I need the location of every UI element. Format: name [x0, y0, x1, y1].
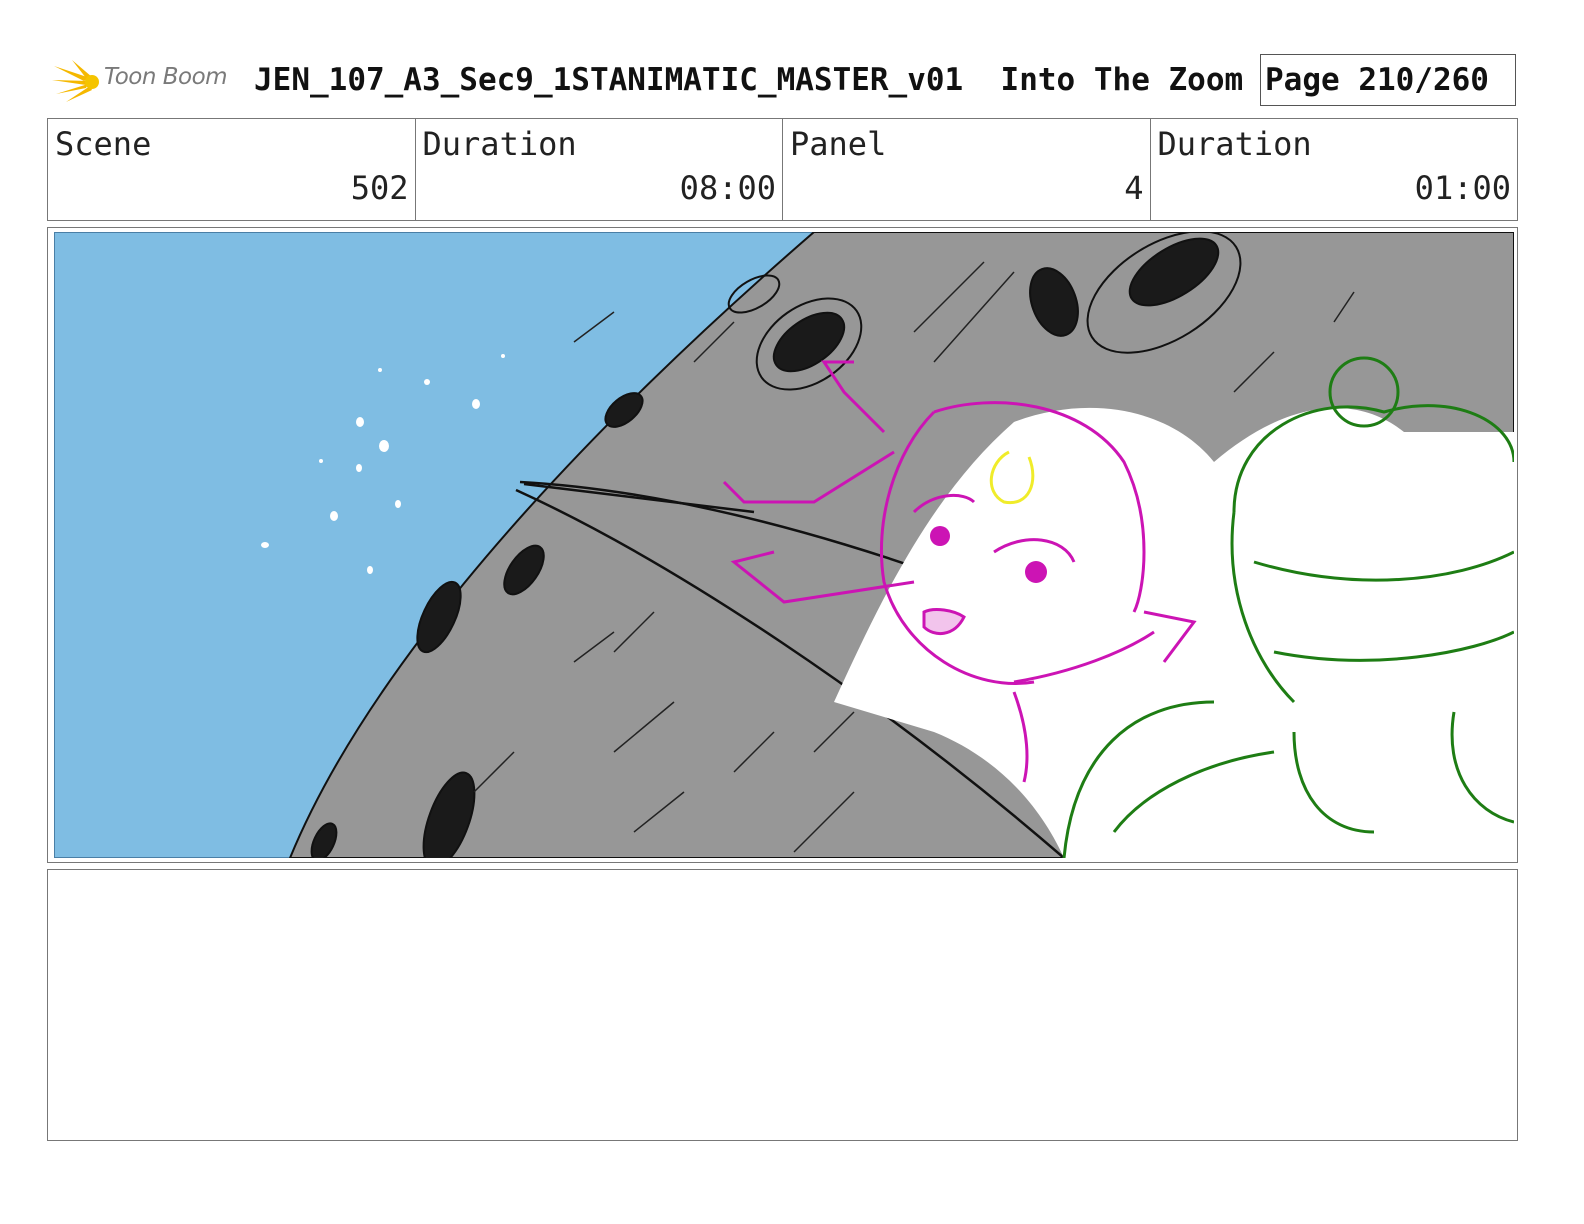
scene-duration-label: Duration [422, 125, 577, 163]
page-number: Page 210/260 [1260, 54, 1516, 106]
scene-cell: Scene 502 [48, 119, 416, 220]
scene-duration-cell: Duration 08:00 [416, 119, 783, 220]
panel-duration-label: Duration [1157, 125, 1312, 163]
scene-duration-value: 08:00 [679, 169, 776, 207]
storyboard-panel-image [54, 232, 1514, 858]
panel-duration-cell: Duration 01:00 [1151, 119, 1518, 220]
panel-label: Panel [790, 125, 887, 163]
panel-notes-area [47, 869, 1518, 1141]
panel-duration-value: 01:00 [1414, 169, 1511, 207]
panel-info-table: Scene 502 Duration 08:00 Panel 4 Duratio… [47, 118, 1518, 221]
logo-text: Toon Boom [104, 64, 228, 90]
scene-label: Scene [55, 125, 152, 163]
scene-value: 502 [350, 169, 409, 207]
panel-value: 4 [1124, 169, 1144, 207]
panel-cell: Panel 4 [783, 119, 1151, 220]
